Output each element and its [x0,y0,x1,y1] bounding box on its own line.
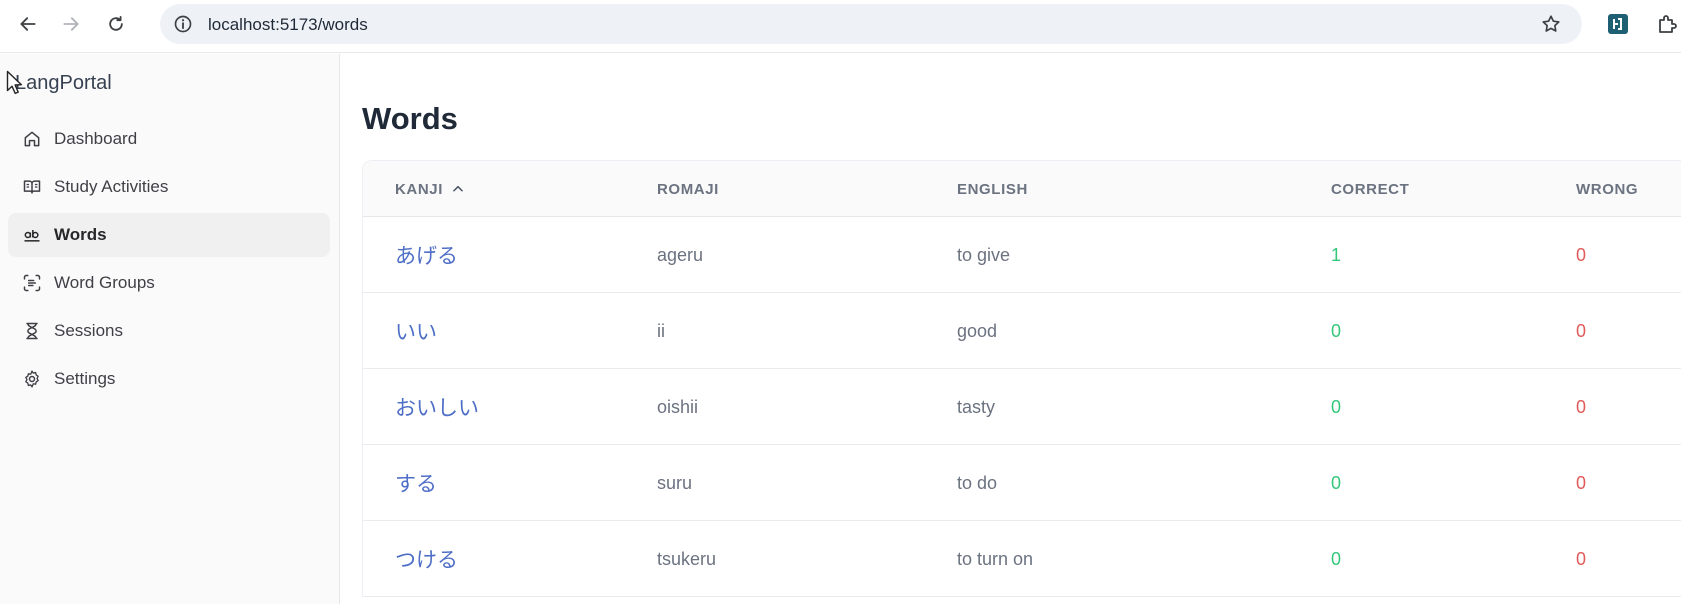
bookmark-star-icon[interactable] [1540,13,1562,35]
sidebar: LangPortal Dashboard Study Activities Wo… [0,54,340,604]
wrong-count: 0 [1576,548,1587,569]
correct-count: 1 [1331,244,1342,265]
extensions-menu-button[interactable] [1656,12,1680,36]
correct-count: 0 [1331,396,1342,417]
extensions-puzzle-icon [1659,15,1677,33]
sidebar-item-label: Sessions [54,321,123,340]
reload-icon [109,16,123,31]
sidebar-item-label: Study Activities [54,177,169,196]
back-icon [20,17,36,31]
english-cell: to turn on [957,548,1034,569]
sidebar-item-word-groups[interactable]: Word Groups [8,261,330,305]
column-header-english[interactable]: ENGLISH [957,161,1028,217]
sidebar-nav: Dashboard Study Activities Words Word Gr… [8,117,330,405]
table-row: あげる ageru to give 1 0 [363,217,1681,293]
column-header-correct[interactable]: CORRECT [1331,161,1409,217]
sidebar-item-sessions[interactable]: Sessions [8,309,330,353]
forward-icon [63,17,79,31]
page-title: Words [362,101,458,136]
back-button[interactable] [13,9,43,39]
column-header-label: WRONG [1576,180,1639,198]
correct-count: 0 [1331,472,1342,493]
column-header-label: ROMAJI [657,180,719,198]
table-row: おいしい oishii tasty 0 0 [363,369,1681,445]
address-url[interactable]: localhost:5173/words [208,15,368,35]
table-row: つける tsukeru to turn on 0 0 [363,521,1681,597]
wrong-count: 0 [1576,396,1587,417]
wrong-count: 0 [1576,320,1587,341]
main-content: Words KANJI ROMAJI ENGLISH CORRECT WRONG… [341,54,1681,604]
home-icon [22,129,42,149]
correct-count: 0 [1331,548,1342,569]
kanji-link[interactable]: あげる [395,217,458,293]
hourglass-icon [22,321,42,341]
column-header-wrong[interactable]: WRONG [1576,161,1638,217]
english-cell: tasty [957,396,996,417]
mouse-cursor-icon [6,70,23,95]
english-cell: to give [957,244,1011,265]
browser-toolbar: localhost:5173/words [0,0,1681,53]
scan-text-icon [22,273,42,293]
column-header-label: ENGLISH [957,180,1028,198]
words-table: KANJI ROMAJI ENGLISH CORRECT WRONG あげる a… [362,160,1681,597]
kanji-link[interactable]: いい [395,293,437,369]
whole-word-icon [22,225,42,245]
sidebar-item-label: Dashboard [54,129,138,148]
romaji-cell: ii [657,320,665,341]
site-info-icon[interactable] [173,14,193,34]
table-header: KANJI ROMAJI ENGLISH CORRECT WRONG [363,161,1681,217]
sidebar-item-study-activities[interactable]: Study Activities [8,165,330,209]
english-cell: good [957,320,998,341]
wrong-count: 0 [1576,472,1587,493]
forward-button[interactable] [56,9,86,39]
sidebar-item-words[interactable]: Words [8,213,330,257]
address-bar[interactable]: localhost:5173/words [160,4,1582,44]
reload-button[interactable] [101,9,131,39]
kanji-link[interactable]: つける [395,521,458,597]
chevron-up-icon [453,185,463,192]
app-brand[interactable]: LangPortal [15,72,112,95]
correct-count: 0 [1331,320,1342,341]
gear-icon [22,369,42,389]
column-header-label: CORRECT [1331,180,1410,198]
book-open-icon [22,177,42,197]
romaji-cell: tsukeru [657,548,717,569]
kanji-link[interactable]: する [395,445,437,521]
sidebar-item-dashboard[interactable]: Dashboard [8,117,330,161]
kanji-link[interactable]: おいしい [395,369,479,445]
sidebar-item-label: Words [54,225,107,244]
column-header-romaji[interactable]: ROMAJI [657,161,719,217]
sidebar-item-label: Word Groups [54,273,155,292]
sidebar-item-settings[interactable]: Settings [8,357,330,401]
column-header-label: KANJI [395,180,444,198]
romaji-cell: oishii [657,396,699,417]
extension-button[interactable] [1606,12,1630,36]
extension-icon [1608,14,1628,34]
table-row: いい ii good 0 0 [363,293,1681,369]
english-cell: to do [957,472,998,493]
column-header-kanji[interactable]: KANJI [395,161,465,217]
wrong-count: 0 [1576,244,1587,265]
table-row: する suru to do 0 0 [363,445,1681,521]
sidebar-item-label: Settings [54,369,116,388]
romaji-cell: suru [657,472,693,493]
romaji-cell: ageru [657,244,704,265]
